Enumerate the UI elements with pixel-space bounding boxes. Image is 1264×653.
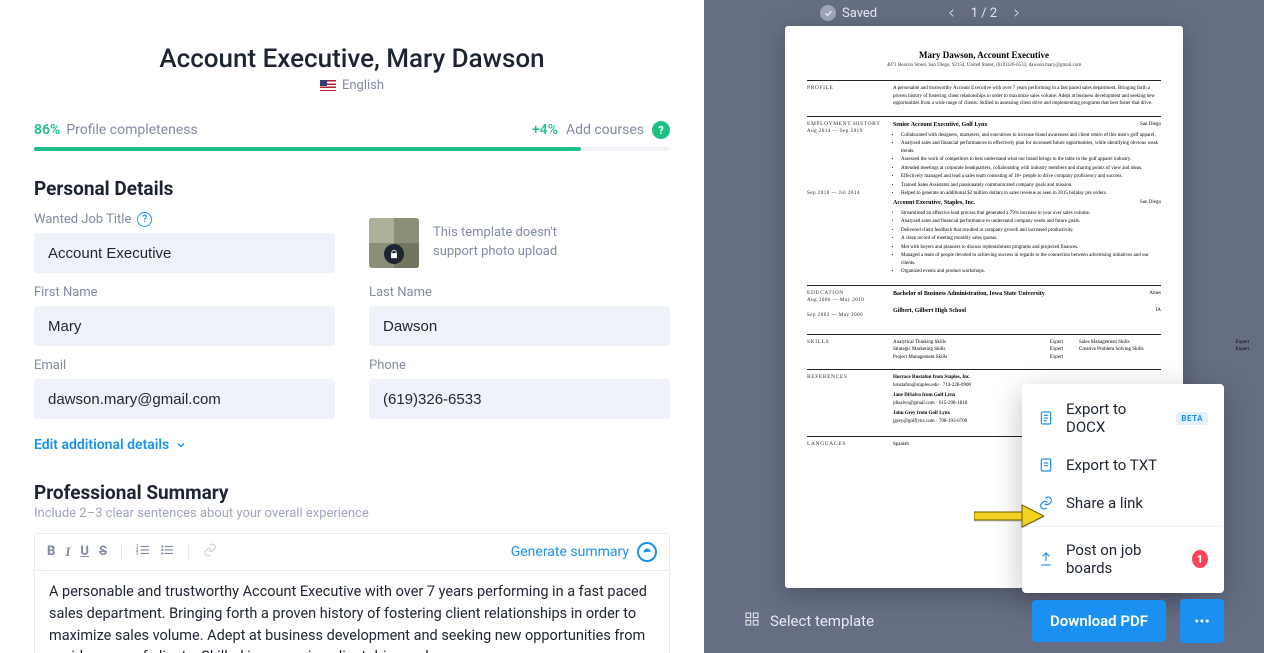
- docx-icon: [1038, 410, 1054, 426]
- lock-icon: [384, 244, 404, 264]
- link-button[interactable]: [203, 543, 217, 561]
- first-name-input[interactable]: [34, 306, 335, 346]
- grid-icon: [744, 611, 760, 631]
- last-name-label: Last Name: [369, 285, 670, 300]
- us-flag-icon: [320, 80, 336, 91]
- progress-label: Profile completeness: [66, 122, 197, 138]
- email-input[interactable]: [34, 379, 335, 419]
- wanted-job-label: Wanted Job Title ?: [34, 212, 335, 227]
- notification-badge: 1: [1192, 550, 1208, 568]
- saved-indicator: Saved: [820, 5, 877, 21]
- refresh-icon: [637, 542, 657, 562]
- wanted-job-input[interactable]: [34, 233, 335, 273]
- separator: [121, 544, 122, 560]
- last-name-input[interactable]: [369, 306, 670, 346]
- underline-button[interactable]: U: [80, 544, 89, 560]
- chevron-down-icon: [175, 439, 187, 451]
- email-label: Email: [34, 358, 335, 373]
- photo-thumb[interactable]: [369, 218, 419, 268]
- summary-editor: B I U S 123 Generate summary A personabl…: [34, 533, 670, 653]
- menu-export-docx[interactable]: Export to DOCX BETA: [1022, 390, 1224, 446]
- progress-extra-label[interactable]: Add courses: [566, 122, 644, 138]
- progress-row: 86% Profile completeness +4% Add courses…: [34, 121, 670, 139]
- next-page-button[interactable]: [1011, 8, 1021, 18]
- phone-label: Phone: [369, 358, 670, 373]
- progress-extra-percent: +4%: [532, 122, 558, 138]
- menu-share-link[interactable]: Share a link: [1022, 484, 1224, 522]
- menu-export-txt[interactable]: Export to TXT: [1022, 446, 1224, 484]
- photo-unsupported-msg: This template doesn't support photo uplo…: [433, 224, 593, 260]
- separator: [1022, 526, 1224, 527]
- bold-button[interactable]: B: [47, 544, 55, 560]
- svg-text:3: 3: [136, 551, 139, 556]
- check-icon: [820, 5, 836, 21]
- progress-bar: [34, 147, 670, 151]
- ol-button[interactable]: 123: [136, 543, 150, 561]
- editor-toolbar: B I U S 123 Generate summary: [35, 534, 669, 571]
- generate-summary-button[interactable]: Generate summary: [511, 542, 657, 562]
- separator: [188, 544, 189, 560]
- section-personal-details: Personal Details: [34, 177, 670, 200]
- link-icon: [1038, 495, 1054, 511]
- phone-input[interactable]: [369, 379, 670, 419]
- first-name-label: First Name: [34, 285, 335, 300]
- edit-additional-details[interactable]: Edit additional details: [34, 437, 670, 453]
- beta-badge: BETA: [1176, 412, 1208, 425]
- preview-pane: Saved 1 / 2 Mary Dawson, Account Executi…: [704, 0, 1264, 653]
- language-label: English: [342, 78, 384, 93]
- txt-icon: [1038, 457, 1054, 473]
- summary-textarea[interactable]: A personable and trustworthy Account Exe…: [35, 571, 669, 653]
- page-count: 1 / 2: [971, 6, 997, 21]
- section-professional-summary: Professional Summary: [34, 481, 670, 504]
- cv-contact: 4871 Beacon Street, San Diego, 92154, Un…: [807, 63, 1161, 68]
- cv-name: Mary Dawson, Account Executive: [807, 50, 1161, 60]
- ul-button[interactable]: [160, 543, 174, 561]
- upload-icon: [1038, 551, 1054, 567]
- page-indicator: 1 / 2: [947, 6, 1021, 21]
- download-pdf-button[interactable]: Download PDF: [1032, 600, 1166, 642]
- more-button[interactable]: [1180, 599, 1224, 643]
- more-actions-menu: Export to DOCX BETA Export to TXT Share …: [1022, 384, 1224, 593]
- progress-percent: 86%: [34, 122, 60, 138]
- help-icon[interactable]: ?: [137, 212, 152, 227]
- page-title: Account Executive, Mary Dawson: [34, 44, 670, 74]
- menu-post-job-boards[interactable]: Post on job boards 1: [1022, 531, 1224, 587]
- editor-pane: Account Executive, Mary Dawson English 8…: [0, 0, 704, 653]
- language-row[interactable]: English: [34, 78, 670, 93]
- select-template-button[interactable]: Select template: [744, 611, 874, 631]
- prev-page-button[interactable]: [947, 8, 957, 18]
- help-icon[interactable]: ?: [652, 121, 670, 139]
- italic-button[interactable]: I: [65, 544, 70, 560]
- preview-bottom-bar: Select template Download PDF: [704, 599, 1264, 643]
- strike-button[interactable]: S: [99, 544, 107, 560]
- section-summary-sub: Include 2–3 clear sentences about your o…: [34, 506, 670, 521]
